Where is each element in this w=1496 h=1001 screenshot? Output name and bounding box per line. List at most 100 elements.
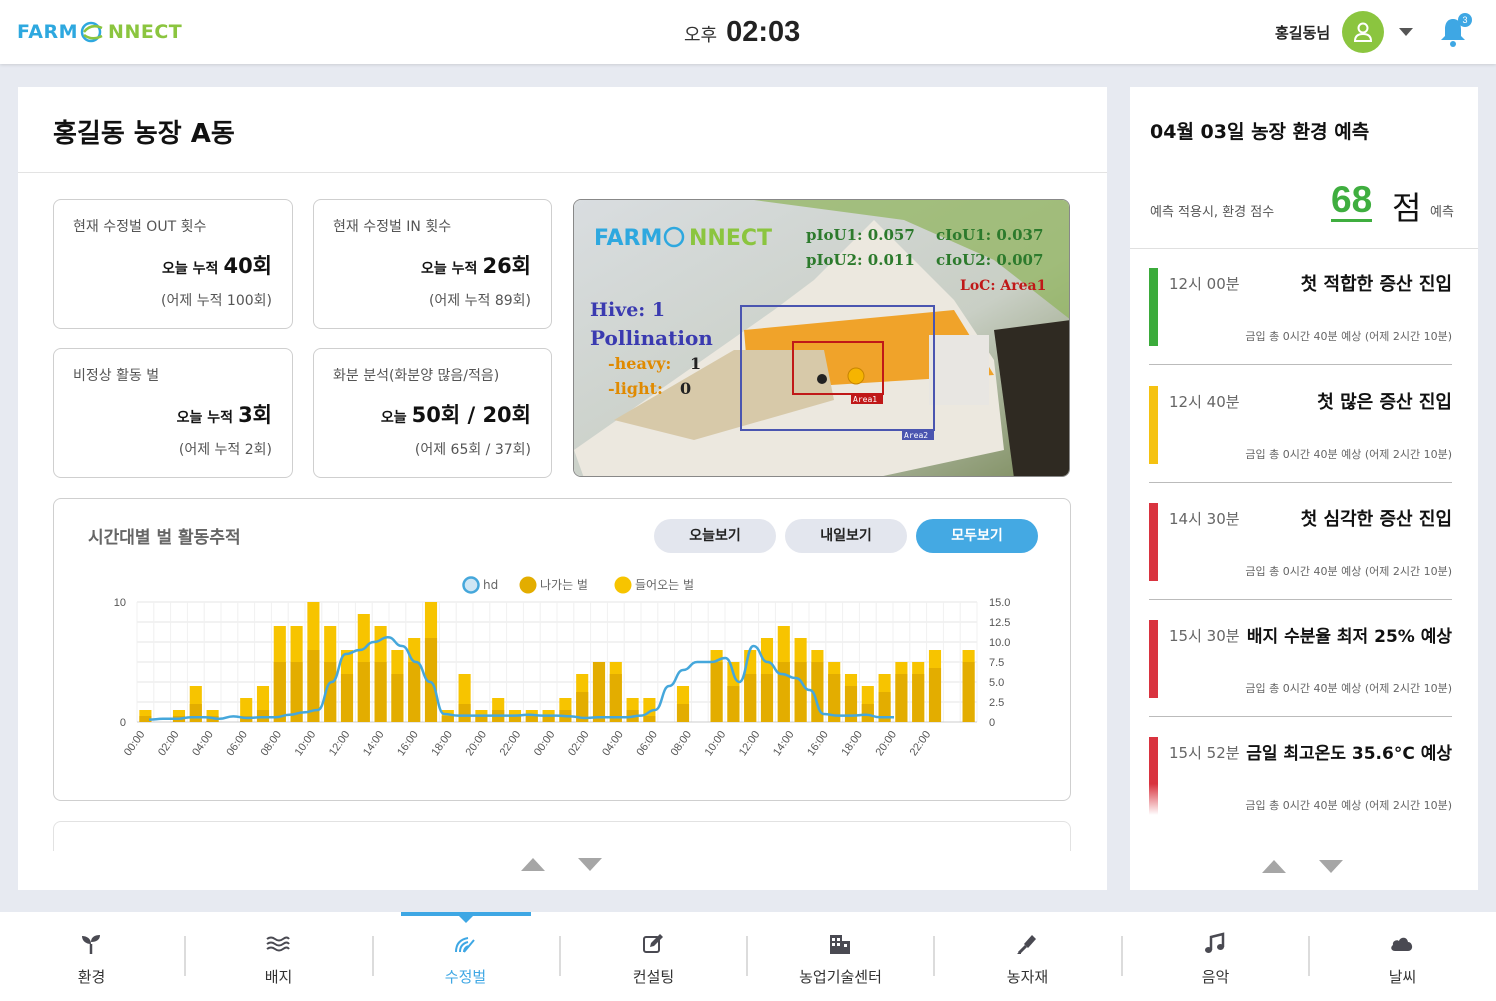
nav-item-materials[interactable]: 농자재 [934, 912, 1121, 1001]
all-view-button[interactable]: 모두보기 [916, 519, 1038, 553]
bar-out [189, 704, 202, 722]
tool-icon [1017, 935, 1036, 955]
forecast-title: 04월 03일 농장 환경 예측 [1150, 121, 1370, 143]
stat-today-prefix: 오늘 누적 [162, 261, 219, 277]
score-unit: 점 [1392, 189, 1422, 227]
scroll-up-icon[interactable] [521, 858, 545, 871]
x-tick-label: 22:00 [498, 729, 524, 758]
bar-out [777, 662, 790, 722]
divider [1149, 716, 1452, 717]
camera-piou2: pIoU2: 0.011 [806, 251, 915, 269]
nav-item-bee[interactable]: 수정벌 [372, 912, 559, 1001]
nav-item-consulting[interactable]: 컨설팅 [560, 912, 747, 1001]
forecast-item[interactable]: 15시 30분 배지 수분율 최저 25% 예상 금입 총 0시간 40분 예상… [1149, 620, 1452, 738]
nav-item-music[interactable]: 음악 [1122, 912, 1309, 1001]
bottom-nav: 환경 배지 수정벌 컨설팅 농업기술센터 농자재 음악 날씨 [0, 912, 1496, 1001]
y-right-tick-label: 0 [989, 717, 995, 729]
nav-label: 수정벌 [444, 968, 487, 986]
cloud-icon [1391, 937, 1413, 951]
forecast-text: 첫 심각한 증산 진입 [1300, 509, 1452, 530]
logo-text-nnect: NNECT [108, 21, 183, 43]
next-panel-edge [53, 821, 1071, 851]
camera-light: -light: [608, 379, 663, 398]
forecast-sub: 금입 총 0시간 40분 예상 (어제 2시간 10분) [1245, 448, 1452, 461]
stat-today-prefix: 오늘 누적 [421, 261, 478, 277]
notification-badge: 3 [1458, 13, 1472, 27]
camera-feed[interactable]: FARM NNECT pIoU1: 0.057 cIoU1: 0.037 pIo… [573, 199, 1070, 477]
x-tick-label: 08:00 [259, 729, 285, 758]
camera-loc: LoC: Area1 [960, 278, 1046, 294]
forecast-item[interactable]: 14시 30분 첫 심각한 증산 진입 금입 총 0시간 40분 예상 (어제 … [1149, 503, 1452, 621]
stat-card-in: 현재 수정벌 IN 횟수 오늘 누적 26회 (어제 누적 89회) [313, 199, 552, 329]
y-right-tick-label: 5.0 [989, 677, 1004, 689]
user-menu[interactable]: 홍길동님 [1275, 11, 1414, 53]
camera-heavy: -heavy: [608, 354, 671, 373]
legend-label: 나가는 벌 [540, 578, 588, 592]
nav-item-environment[interactable]: 환경 [0, 912, 185, 1001]
area1-label: Area1 [853, 395, 877, 404]
nav-item-medium[interactable]: 배지 [185, 912, 372, 1001]
stat-label: 현재 수정벌 OUT 횟수 [73, 219, 207, 235]
user-icon [1354, 22, 1373, 42]
chart-title: 시간대별 벌 활동추적 [88, 528, 241, 548]
legend-marker [614, 576, 632, 594]
bar-out [794, 662, 807, 722]
today-view-button[interactable]: 오늘보기 [654, 519, 776, 553]
camera-light-value: 0 [680, 379, 691, 398]
x-tick-label: 06:00 [224, 729, 250, 758]
bar-out [861, 704, 874, 722]
status-bar [1149, 737, 1158, 815]
bar-out [643, 716, 656, 722]
scroll-down-icon[interactable] [1319, 860, 1343, 873]
nav-label: 음악 [1201, 968, 1230, 986]
farmconnect-logo[interactable]: FARM NNECT [17, 18, 182, 46]
x-tick-label: 20:00 [874, 729, 900, 758]
tomorrow-view-button[interactable]: 내일보기 [785, 519, 907, 553]
nav-label: 컨설팅 [632, 968, 675, 986]
bar-out [391, 674, 404, 722]
x-tick-label: 08:00 [669, 729, 695, 758]
bar-out [895, 674, 908, 722]
x-tick-label: 00:00 [532, 729, 558, 758]
forecast-item[interactable]: 12시 00분 첫 적합한 증산 진입 금입 총 0시간 40분 예상 (어제 … [1149, 268, 1452, 386]
scroll-up-icon[interactable] [1262, 860, 1286, 873]
nav-item-weather[interactable]: 날씨 [1309, 912, 1496, 1001]
score-label: 예측 적용시, 환경 점수 [1150, 205, 1275, 220]
bar-out [340, 674, 354, 722]
stat-today-prefix: 오늘 누적 [176, 410, 234, 426]
bar-out [458, 704, 471, 722]
chevron-down-icon[interactable] [1399, 28, 1414, 36]
bar-out [744, 674, 757, 722]
camera-ciou1: cIoU1: 0.037 [936, 226, 1043, 244]
stat-today-value: 26회 [482, 254, 531, 278]
y-left-tick-label: 0 [120, 717, 126, 729]
bar-out [727, 686, 740, 722]
nav-item-agri-center[interactable]: 농업기술센터 [747, 912, 934, 1001]
bee-signal-icon [455, 937, 475, 953]
hive-entrance [817, 374, 827, 384]
score-suffix: 예측 [1430, 205, 1454, 220]
x-tick-label: 02:00 [156, 729, 182, 758]
x-tick-label: 10:00 [703, 729, 729, 758]
bar-out [441, 716, 454, 722]
forecast-item[interactable]: 12시 40분 첫 많은 증산 진입 금입 총 0시간 40분 예상 (어제 2… [1149, 386, 1452, 504]
hive-entrance-2 [847, 367, 865, 385]
nav-label: 날씨 [1388, 968, 1417, 986]
forecast-item[interactable]: 15시 52분 금일 최고온도 35.6°C 예상 금입 총 0시간 40분 예… [1149, 737, 1452, 855]
status-bar [1149, 620, 1158, 698]
activity-chart: 10015.012.510.07.55.02.5000:00 02:00 04:00… [114, 576, 1010, 758]
stat-card-pollen: 화분 분석(화분양 많음/적음) 오늘 50회 / 20회 (어제 65회 / … [313, 348, 552, 478]
x-tick-label: 16:00 [395, 729, 421, 758]
avatar[interactable] [1342, 11, 1385, 53]
bar-out [374, 662, 387, 722]
forecast-sub: 금입 총 0시간 40분 예상 (어제 2시간 10분) [1245, 330, 1452, 343]
camera-logo-nnect: NNECT [689, 226, 772, 251]
divider [1149, 364, 1452, 365]
forecast-time: 15시 52분 [1169, 744, 1240, 762]
camera-image: FARM NNECT pIoU1: 0.057 cIoU1: 0.037 pIo… [574, 200, 1069, 476]
forecast-text: 배지 수분율 최저 25% 예상 [1246, 627, 1452, 647]
x-tick-label: 18:00 [429, 729, 455, 758]
camera-hive: Hive: 1 [590, 299, 665, 321]
forecast-text: 첫 적합한 증산 진입 [1300, 274, 1452, 295]
scroll-down-icon[interactable] [578, 858, 602, 871]
